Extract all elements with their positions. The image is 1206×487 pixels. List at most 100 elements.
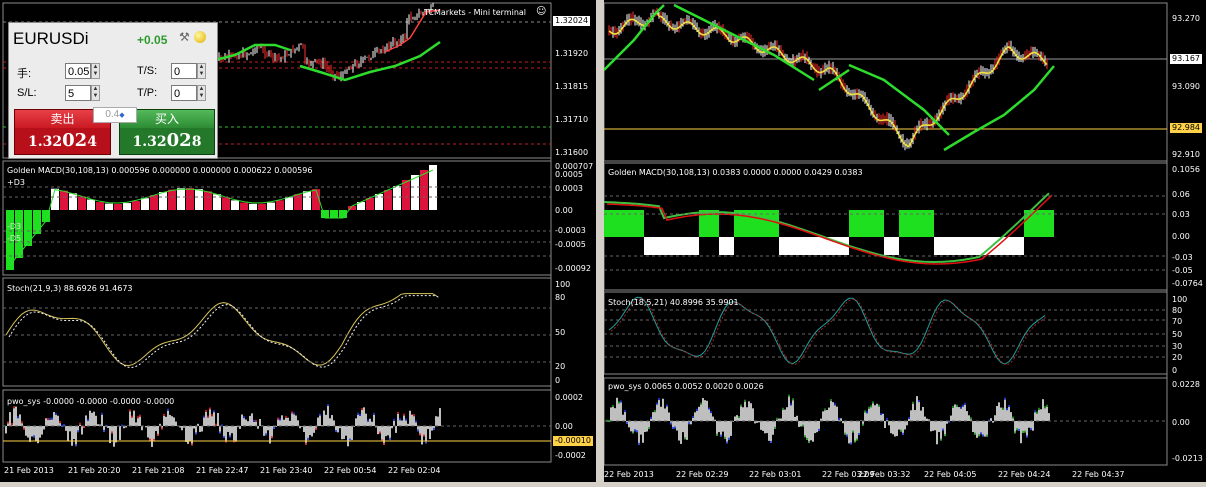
smiley-icon: ☺: [536, 6, 547, 17]
macd-axis-label: -0.05: [1172, 266, 1193, 275]
time-axis-label: 21 Feb 2013: [4, 466, 54, 475]
macd-histogram-bar: [168, 189, 176, 210]
macd-histogram-bar: [177, 188, 185, 210]
lots-input[interactable]: 0.05: [65, 63, 91, 79]
price-axis-label: 1.31920: [555, 49, 589, 58]
stoch-main-line: [608, 296, 1046, 365]
macd-histogram-bar: [375, 194, 383, 210]
macd-histogram-bar: [24, 210, 32, 246]
mini-terminal-title: TCMarkets - Mini terminal: [424, 8, 527, 17]
pwo-axis-label: 0.00: [1172, 418, 1190, 427]
macd-histogram-block: [849, 210, 884, 237]
time-axis-label: 21 Feb 23:40: [260, 466, 313, 475]
buy-price-fraction: 8: [191, 134, 202, 150]
stoch-indicator-label: Stoch(21,9,3) 88.6926 91.4673: [7, 284, 133, 293]
price-axis-label: 1.31600: [555, 148, 589, 157]
terminal-icons: ⚒: [179, 28, 207, 46]
right-chart-canvas[interactable]: [604, 0, 1206, 482]
spread-value: 0.4: [105, 109, 120, 120]
current-price-tag: 1.32024: [553, 16, 591, 26]
time-axis-label: 22 Feb 02:04: [388, 466, 441, 475]
pwo-indicator-label: pwo_sys -0.0000 -0.0000 -0.0000 -0.0000: [7, 397, 175, 406]
pwo-axis-label: 0.0002: [555, 393, 583, 402]
macd-histogram-block: [644, 237, 699, 255]
pwo-current-tag: -0.00010: [553, 436, 593, 446]
macd-histogram-bar: [195, 189, 203, 210]
coin-icon[interactable]: [194, 30, 207, 43]
trend-ma-line: [943, 65, 1055, 152]
macd-axis-label: 0.00: [555, 206, 573, 215]
buy-price: 1.32028: [120, 130, 214, 151]
window-splitter[interactable]: [596, 0, 604, 482]
mini-terminal-panel[interactable]: EURUSDi +0.05 ⚒ 手: 0.05 ▲ ▼ T/S: 0 ▲ ▼ S/L…: [8, 22, 218, 159]
stoch-axis-label: 50: [555, 328, 566, 337]
trailing-stop-stepper[interactable]: ▲ ▼: [197, 63, 206, 79]
macd-histogram-bar: [240, 202, 248, 210]
buy-price-pips: 02: [166, 130, 192, 151]
macd-axis-label: 0.1056: [1172, 165, 1200, 174]
macd-histogram-bar: [114, 203, 122, 210]
stoch-axis-label: 100: [1172, 295, 1188, 304]
macd-axis-label: 0.03: [1172, 210, 1190, 219]
macd-axis-label: 0.06: [1172, 190, 1190, 199]
macd-axis-label: -0.0764: [1172, 279, 1203, 288]
macd-histogram-bar: [330, 210, 338, 218]
macd-axis-label: 0.0003: [555, 184, 583, 193]
stoch-axis-label: 50: [1172, 330, 1183, 339]
price-axis-label: 1.31710: [555, 115, 589, 124]
macd-histogram-bar: [105, 203, 113, 210]
level-price-tag: 92.984: [1170, 123, 1202, 133]
sell-price-fraction: 4: [87, 134, 97, 150]
stop-loss-stepper[interactable]: ▲ ▼: [91, 85, 100, 101]
stoch-signal-line: [610, 297, 1048, 366]
stop-loss-label: S/L:: [17, 87, 37, 99]
macd-minus5-level: -D5: [7, 234, 22, 243]
macd-axis-label: -0.03: [1172, 253, 1193, 262]
macd-histogram-bar: [267, 202, 275, 210]
time-axis-label: 22 Feb 02:29: [676, 470, 729, 479]
pwo-axis-label: -0.0002: [555, 451, 586, 460]
stoch-axis-label: 0: [1172, 366, 1178, 375]
time-axis-label: 22 Feb 04:37: [1072, 470, 1125, 479]
time-axis-label: 22 Feb 2013: [604, 470, 654, 479]
stoch-main-line: [5, 293, 437, 367]
macd-histogram-bar: [285, 197, 293, 210]
trailing-stop-label: T/S:: [137, 65, 158, 77]
lots-stepper[interactable]: ▲ ▼: [91, 63, 100, 79]
left-chart-window[interactable]: TCMarkets - Mini terminal ☺ 1.32024 1.31…: [0, 0, 596, 482]
macd-histogram-bar: [402, 180, 410, 210]
buy-price-main: 1.32: [132, 134, 167, 150]
macd-axis-label: -0.0003: [555, 226, 586, 235]
macd-histogram-bar: [33, 210, 41, 234]
sell-price-pips: 02: [62, 130, 88, 151]
macd-histogram-block: [884, 237, 899, 255]
macd-histogram-bar: [69, 193, 77, 210]
take-profit-input[interactable]: 0: [171, 85, 197, 101]
stoch-axis-label: 20: [1172, 353, 1183, 362]
macd-histogram-bar: [420, 170, 428, 210]
macd-histogram-bar: [204, 191, 212, 210]
macd-histogram-bar: [87, 199, 95, 210]
stop-loss-input[interactable]: 5: [65, 85, 91, 101]
macd-histogram-bar: [249, 203, 257, 210]
time-axis-label: 21 Feb 22:47: [196, 466, 249, 475]
stoch-axis-label: 30: [1172, 342, 1183, 351]
take-profit-stepper[interactable]: ▲ ▼: [197, 85, 206, 101]
price-axis-label: 1.31815: [555, 82, 589, 91]
trend-ma-line: [673, 3, 815, 82]
pwo-indicator-label: pwo_sys 0.0065 0.0052 0.0020 0.0026: [608, 382, 764, 391]
bottom-tab-bar[interactable]: [0, 482, 1206, 487]
sell-price-main: 1.32: [28, 134, 63, 150]
macd-histogram-block: [779, 237, 849, 255]
macd-histogram-bar: [393, 186, 401, 210]
macd-plus-level: +D3: [7, 178, 25, 187]
macd-histogram-bar: [186, 188, 194, 210]
stoch-indicator-label: Stoch(18,5,21) 40.8996 35.9901: [608, 298, 739, 307]
macd-histogram-bar: [303, 191, 311, 210]
tools-icon[interactable]: ⚒: [179, 30, 190, 44]
macd-histogram-bar: [258, 203, 266, 210]
macd-indicator-label: Golden MACD(30,108,13) 0.000596 0.000000…: [7, 166, 313, 175]
right-chart-window[interactable]: 93.270 93.167 93.090 92.984 92.910 Golde…: [604, 0, 1206, 482]
trailing-stop-input[interactable]: 0: [171, 63, 197, 79]
stoch-axis-label: 100: [555, 280, 571, 289]
